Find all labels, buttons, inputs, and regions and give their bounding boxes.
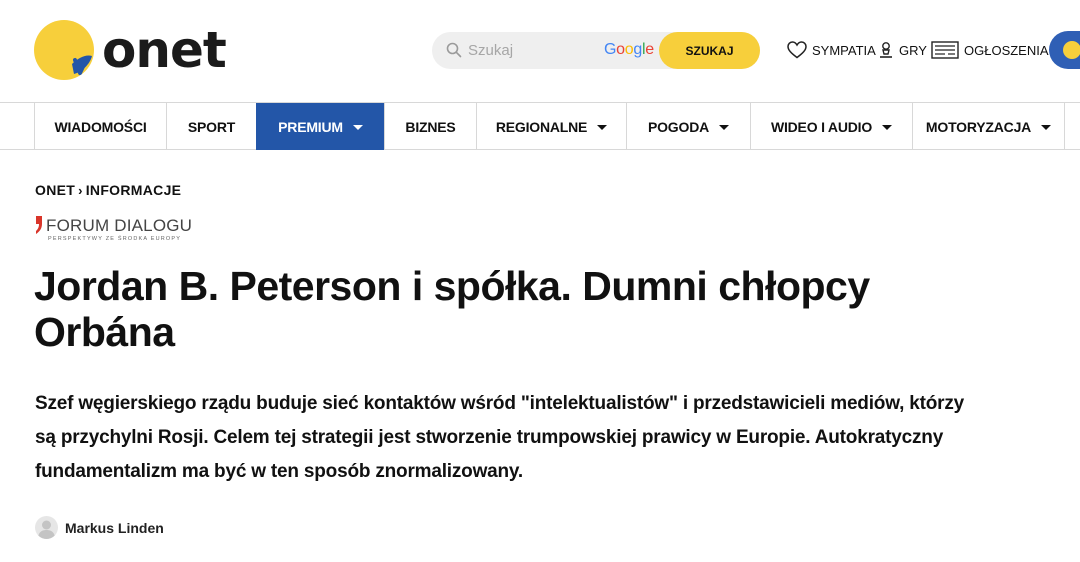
gry-label: GRY (899, 42, 927, 58)
chevron-down-icon (1041, 125, 1052, 130)
onet-logo[interactable]: onet (34, 20, 227, 80)
search-icon (446, 42, 462, 58)
ogloszenia-link[interactable]: OGŁOSZENIA (931, 40, 1049, 60)
user-icon (38, 520, 55, 539)
toggle-knob (1063, 41, 1080, 59)
logo-text: onet (102, 21, 227, 79)
nav-item-sport[interactable]: SPORT (166, 103, 256, 150)
sympatia-label: SYMPATIA (812, 42, 876, 58)
nav-item-label: MOTORYZACJA (925, 118, 1032, 135)
chevron-down-icon (352, 125, 363, 130)
nav-item-motoryzacja[interactable]: MOTORYZACJA (912, 103, 1064, 150)
forum-dialogu-mark-icon (36, 216, 42, 234)
search-button[interactable]: SZUKAJ (659, 32, 760, 69)
article-author: Markus Linden (35, 516, 164, 539)
main-navigation: WIADOMOŚCI SPORT PREMIUM BIZNES REGIONALNE PO… (0, 102, 1080, 150)
nav-item-wideo-i-audio[interactable]: WIDEO I AUDIO (750, 103, 912, 150)
sympatia-link[interactable]: SYMPATIA (787, 40, 876, 60)
partner-name: FORUM DIALOGU (46, 216, 193, 235)
nav-item-label: WIDEO I AUDIO (770, 118, 873, 135)
breadcrumb-separator: › (78, 182, 83, 198)
partner-tagline: PERSPEKTYWY ZE ŚRODKA EUROPY (48, 236, 182, 242)
search-input[interactable] (468, 32, 598, 69)
breadcrumb-section-link[interactable]: INFORMACJE (86, 182, 182, 198)
breadcrumb: ONET › INFORMACJE (35, 182, 181, 198)
chevron-down-icon (719, 125, 730, 130)
nav-item-label: SPORT (187, 118, 236, 135)
classifieds-icon (931, 41, 959, 59)
chevron-down-icon (597, 125, 608, 130)
chevron-down-icon (882, 125, 893, 130)
nav-item-biznes[interactable]: BIZNES (384, 103, 476, 150)
google-logo: Google (604, 41, 654, 58)
nav-item-label: POGODA (647, 118, 710, 135)
article-title: Jordan B. Peterson i spółka. Dumni chłop… (34, 263, 870, 355)
nav-item-premium[interactable]: PREMIUM (256, 103, 384, 150)
nav-item-pogoda[interactable]: POGODA (626, 103, 750, 150)
nav-divider (1064, 103, 1065, 150)
nav-item-wiadomości[interactable]: WIADOMOŚCI (34, 103, 166, 150)
ogloszenia-label: OGŁOSZENIA (964, 42, 1049, 58)
nav-item-label: WIADOMOŚCI (54, 118, 147, 135)
game-icon (880, 42, 892, 58)
site-header: onet Google SZUKAJ SYMPATIA GRY (0, 0, 1080, 102)
account-toggle[interactable] (1049, 31, 1080, 69)
nav-item-label: BIZNES (405, 118, 456, 135)
nav-item-label: REGIONALNE (495, 118, 588, 135)
article-lead: Szef węgierskiego rządu buduje sieć kont… (35, 393, 964, 482)
author-name-link[interactable]: Markus Linden (65, 520, 164, 536)
heart-icon (787, 41, 807, 59)
nav-item-label: PREMIUM (278, 118, 343, 135)
gry-link[interactable]: GRY (878, 40, 927, 60)
logo-mark-icon (34, 20, 94, 80)
breadcrumb-root-link[interactable]: ONET (35, 182, 75, 198)
avatar (35, 516, 58, 539)
nav-item-regionalne[interactable]: REGIONALNE (476, 103, 626, 150)
